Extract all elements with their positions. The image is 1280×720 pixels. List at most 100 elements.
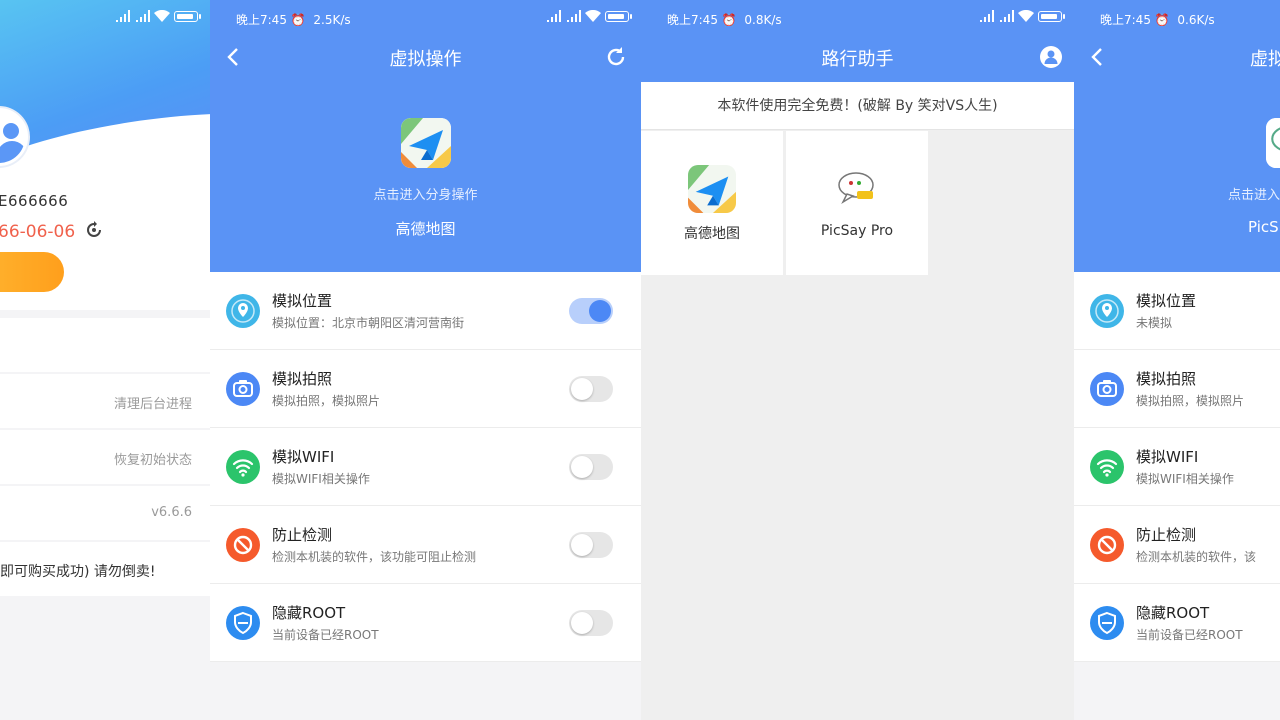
status-time: 晚上7:45 — [667, 13, 718, 27]
wifi-icon — [1090, 450, 1124, 484]
feature-row-anti-detect[interactable]: 防止检测 检测本机装的软件，该 — [1074, 506, 1280, 584]
feature-row-camera[interactable]: 模拟拍照 模拟拍照，模拟照片 — [210, 350, 641, 428]
feature-row-wifi[interactable]: 模拟WIFI 模拟WIFI相关操作 — [1074, 428, 1280, 506]
feature-list: 模拟位置 未模拟 模拟拍照 模拟拍照，模拟照片 模拟WIFI 模拟WIFI相关操… — [1074, 272, 1280, 662]
feature-subtitle: 未模拟 — [1136, 316, 1173, 330]
status-bar: 晚上7:45 ⏰ 0.6K/s — [1074, 8, 1280, 28]
wifi-icon — [154, 10, 170, 22]
location-toggle[interactable] — [569, 298, 613, 324]
camera-icon — [226, 372, 260, 406]
feature-title: 模拟WIFI — [1136, 448, 1199, 466]
status-time: 晚上7:45 — [236, 13, 287, 27]
wifi-toggle[interactable] — [569, 454, 613, 480]
enter-clone-hint[interactable]: 点击进入 — [1228, 184, 1280, 203]
status-icons — [114, 10, 201, 22]
network-speed: 0.8K/s — [744, 13, 782, 27]
page-title: 路行助手 — [821, 49, 894, 70]
app-name: 高德地图 — [684, 226, 740, 242]
feature-title: 隐藏ROOT — [272, 604, 346, 622]
settings-list: 清理后台进程 恢复初始状态 v6.6.6 即可购买成功) 请勿倒卖! — [0, 318, 210, 598]
shield-icon — [226, 606, 260, 640]
status-bar: 晚上7:45 ⏰ 0.8K/s — [641, 8, 1074, 28]
virtual-operation-panel: 晚上7:45 ⏰ 2.5K/s 虚拟操作 点击进入分身操作 高德地图 模拟位置 … — [210, 0, 641, 720]
amap-icon — [688, 165, 736, 213]
feature-subtitle: 模拟拍照，模拟照片 — [272, 394, 381, 408]
enter-clone-hint[interactable]: 点击进入分身操作 — [210, 184, 641, 203]
picsay-icon[interactable] — [1266, 118, 1280, 168]
feature-subtitle: 模拟位置：北京市朝阳区清河营南街 — [272, 316, 465, 330]
battery-icon — [174, 10, 201, 22]
status-time: 晚上7:45 — [1100, 13, 1151, 27]
feature-subtitle: 检测本机装的软件，该 — [1136, 550, 1257, 564]
app-name: 高德地图 — [395, 220, 456, 238]
wifi-icon — [585, 10, 601, 22]
feature-title: 模拟WIFI — [272, 448, 335, 466]
feature-title: 防止检测 — [272, 526, 333, 544]
app-tile-picsay[interactable]: PicSay Pro — [786, 131, 928, 275]
feature-title: 隐藏ROOT — [1136, 604, 1210, 622]
block-icon — [1090, 528, 1124, 562]
app-name: PicSay Pro — [820, 223, 894, 239]
signal-icon — [565, 10, 581, 22]
feature-row-camera[interactable]: 模拟拍照 模拟拍照，模拟照片 — [1074, 350, 1280, 428]
feature-subtitle: 当前设备已经ROOT — [272, 628, 379, 642]
signal-icon — [545, 10, 561, 22]
status-icons — [978, 10, 1065, 22]
app-name: PicS — [1248, 218, 1279, 236]
clean-process-row[interactable]: 清理后台进程 — [0, 374, 210, 428]
feature-list: 模拟位置 模拟位置：北京市朝阳区清河营南街 模拟拍照 模拟拍照，模拟照片 模拟W… — [210, 272, 641, 662]
wifi-icon — [1018, 10, 1034, 22]
feature-row-hide-root[interactable]: 隐藏ROOT 当前设备已经ROOT — [1074, 584, 1280, 662]
feature-row-anti-detect[interactable]: 防止检测 检测本机装的软件，该功能可阻止检测 — [210, 506, 641, 584]
status-icons — [545, 10, 632, 22]
alarm-icon: ⏰ — [290, 13, 306, 27]
feature-title: 模拟位置 — [272, 292, 333, 310]
user-icon[interactable] — [1040, 46, 1062, 68]
assistant-panel: 晚上7:45 ⏰ 0.8K/s 路行助手 本软件使用完全免费！(破解 By 笑对… — [641, 0, 1074, 720]
app-tile-amap[interactable]: 高德地图 — [641, 131, 783, 275]
location-icon — [226, 294, 260, 328]
network-speed: 2.5K/s — [313, 13, 351, 27]
free-notice-banner: 本软件使用完全免费！(破解 By 笑对VS人生) — [641, 82, 1074, 130]
alarm-icon: ⏰ — [721, 13, 737, 27]
status-bar: 晚上7:45 ⏰ 2.5K/s — [210, 8, 641, 28]
anti-detect-toggle[interactable] — [569, 532, 613, 558]
page-title: 虚拟操作 — [389, 49, 462, 70]
block-icon — [226, 528, 260, 562]
network-speed: 0.6K/s — [1177, 13, 1215, 27]
screenshot-collage: E666666 66-06-06 费 清理后台进程 恢复初始状态 v6.6.6 … — [0, 0, 1280, 720]
battery-icon — [1038, 10, 1065, 22]
version-row[interactable]: v6.6.6 — [0, 486, 210, 540]
feature-subtitle: 检测本机装的软件，该功能可阻止检测 — [272, 550, 477, 564]
feature-title: 模拟拍照 — [1136, 370, 1197, 388]
feature-row-wifi[interactable]: 模拟WIFI 模拟WIFI相关操作 — [210, 428, 641, 506]
amap-icon[interactable] — [400, 118, 451, 168]
notice-row: 即可购买成功) 请勿倒卖! — [0, 542, 210, 596]
camera-icon — [1090, 372, 1124, 406]
feature-title: 模拟位置 — [1136, 292, 1197, 310]
expire-date: 66-06-06 — [0, 222, 76, 242]
feature-row-location[interactable]: 模拟位置 模拟位置：北京市朝阳区清河营南街 — [210, 272, 641, 350]
refresh-icon[interactable] — [85, 221, 103, 239]
list-item[interactable] — [0, 318, 210, 372]
feature-row-location[interactable]: 模拟位置 未模拟 — [1074, 272, 1280, 350]
renew-button[interactable]: 费 — [0, 252, 64, 292]
status-bar — [0, 8, 210, 28]
reset-state-row[interactable]: 恢复初始状态 — [0, 430, 210, 484]
hide-root-toggle[interactable] — [569, 610, 613, 636]
wifi-icon — [226, 450, 260, 484]
user-id: E666666 — [0, 192, 69, 210]
virtual-operation-panel-2: 晚上7:45 ⏰ 0.6K/s 虚拟 点击进入 PicS 模拟位置 未模拟 模拟… — [1074, 0, 1280, 720]
feature-subtitle: 当前设备已经ROOT — [1136, 628, 1243, 642]
alarm-icon: ⏰ — [1154, 13, 1170, 27]
feature-subtitle: 模拟WIFI相关操作 — [272, 472, 370, 486]
refresh-icon[interactable] — [605, 46, 627, 68]
location-icon — [1090, 294, 1124, 328]
camera-toggle[interactable] — [569, 376, 613, 402]
signal-icon — [998, 10, 1014, 22]
feature-row-hide-root[interactable]: 隐藏ROOT 当前设备已经ROOT — [210, 584, 641, 662]
page-title: 虚拟 — [1250, 49, 1280, 70]
picsay-icon — [833, 165, 881, 213]
shield-icon — [1090, 606, 1124, 640]
signal-icon — [978, 10, 994, 22]
